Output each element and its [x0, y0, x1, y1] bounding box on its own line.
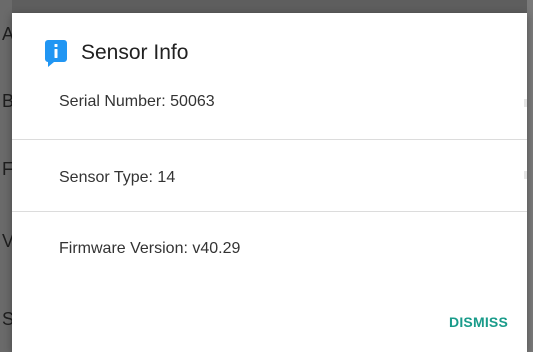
background-text-fragment: V: [2, 232, 12, 250]
info-icon: [45, 39, 67, 67]
sensor-type-text: Sensor Type: 14: [59, 169, 176, 186]
background-text-fragment: B: [2, 92, 12, 110]
sensor-info-dialog: Sensor Info Serial Number: 50063 Sensor …: [12, 13, 527, 352]
dismiss-button[interactable]: DISMISS: [447, 310, 510, 334]
background-text-fragment: A: [2, 25, 12, 43]
background-app-strip: A B F V S: [0, 0, 12, 352]
scroll-edge-mark: [524, 171, 527, 179]
background-right-edge: [527, 0, 533, 352]
background-text-fragment: S: [2, 310, 12, 328]
dialog-header: Sensor Info: [45, 37, 188, 69]
divider: [12, 211, 527, 212]
background-text-fragment: F: [2, 160, 12, 178]
serial-number-text: Serial Number: 50063: [59, 93, 215, 110]
dialog-title: Sensor Info: [81, 41, 189, 64]
firmware-version-text: Firmware Version: v40.29: [59, 240, 241, 257]
scroll-edge-mark: [524, 99, 527, 107]
divider: [12, 139, 527, 140]
